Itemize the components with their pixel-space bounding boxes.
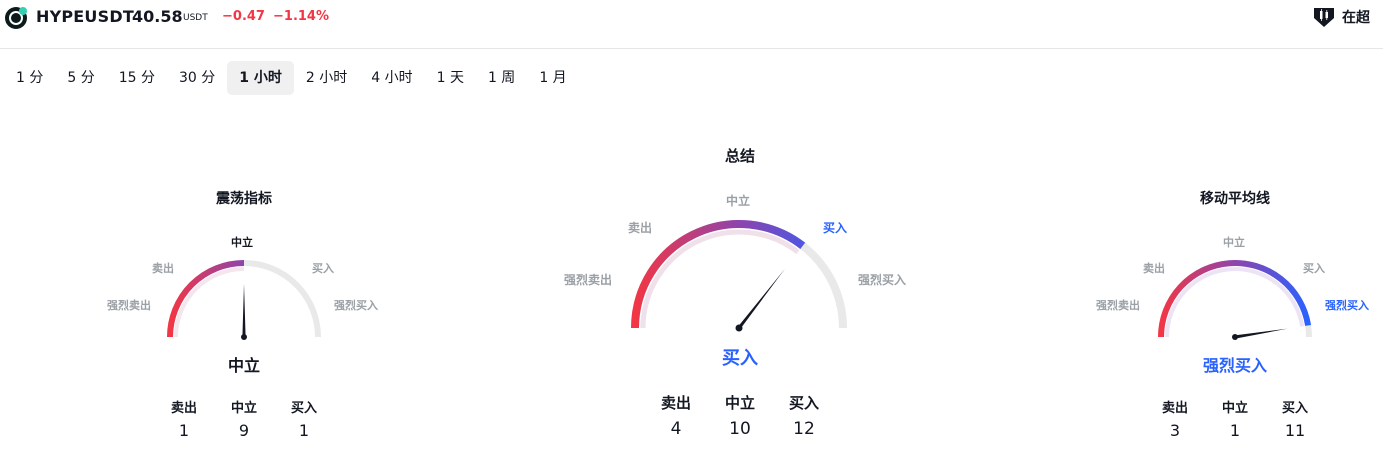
tab-15-minutes[interactable]: 15 分 (107, 61, 167, 95)
tab-4-hours[interactable]: 4 小时 (359, 61, 424, 95)
tab-1-hour[interactable]: 1 小时 (227, 61, 294, 95)
count-buy-label: 买入 (788, 394, 819, 412)
quote-unit: USDT (183, 13, 208, 23)
label-buy: 买入 (1303, 262, 1325, 275)
count-sell-label: 卖出 (660, 394, 691, 412)
count-neutral-value: 1 (1229, 421, 1241, 440)
count-sell: 卖出 3 (1145, 400, 1205, 444)
gauge-needle (1234, 328, 1288, 339)
gauge-needle (242, 283, 246, 337)
tab-1-month[interactable]: 1 月 (527, 61, 578, 95)
count-sell-label: 卖出 (170, 401, 197, 416)
gauge-needle-pivot (735, 324, 743, 332)
super-chart-label: 在超 (1342, 10, 1370, 26)
count-neutral-value: 10 (729, 419, 751, 439)
gauge-inner-ring (174, 267, 245, 338)
count-buy: 买入 1 (274, 400, 334, 444)
summary-counts: 卖出 4 中立 10 买入 12 (644, 392, 836, 444)
gauge-needle (737, 268, 785, 329)
gauge-active-arc (1158, 260, 1312, 338)
moving-averages-title: 移动平均线 (1200, 191, 1270, 207)
count-buy-value: 11 (1284, 421, 1306, 440)
count-buy: 买入 11 (1265, 400, 1325, 444)
count-neutral-value: 9 (238, 421, 250, 440)
last-price: 40.58 (132, 7, 183, 26)
gauge-active-arc (167, 260, 245, 338)
oscillators-counts: 卖出 1 中立 9 买入 1 (154, 400, 334, 444)
count-neutral-label: 中立 (1221, 401, 1248, 416)
count-buy-label: 买入 (1281, 401, 1308, 416)
label-strong-sell: 强烈卖出 (1096, 298, 1140, 312)
tab-1-week[interactable]: 1 周 (476, 61, 527, 95)
moving-averages-counts: 卖出 3 中立 1 买入 11 (1145, 400, 1325, 444)
moving-averages-verdict: 强烈买入 (1202, 356, 1267, 375)
label-strong-buy: 强烈买入 (1325, 298, 1369, 312)
label-strong-buy: 强烈买入 (334, 298, 378, 312)
oscillators-verdict: 中立 (227, 356, 260, 375)
hype-logo-icon (5, 7, 27, 29)
count-sell-label: 卖出 (1161, 401, 1188, 416)
label-buy: 买入 (823, 221, 847, 235)
summary-verdict: 买入 (722, 348, 758, 369)
count-neutral-label: 中立 (724, 394, 755, 412)
gauge-track (631, 220, 847, 329)
label-sell: 卖出 (628, 220, 652, 235)
gauge-needle-pivot (241, 334, 247, 340)
moving-averages-gauge: 强烈卖出 卖出 中立 买入 强烈买入 (1096, 235, 1369, 340)
count-sell: 卖出 1 (154, 400, 214, 444)
count-sell-value: 3 (1169, 421, 1181, 440)
oscillators-gauge: 强烈卖出 卖出 中立 买入 强烈买入 (107, 235, 378, 340)
count-neutral: 中立 9 (214, 400, 274, 444)
price-change: −0.47 (222, 9, 265, 24)
count-sell: 卖出 4 (644, 392, 708, 444)
price-change-percent: −1.14% (273, 9, 329, 24)
tab-1-minute[interactable]: 1 分 (4, 61, 55, 95)
summary-title: 总结 (724, 147, 755, 165)
symbol-header: HYPEUSDT 40.58 USDT −0.47 −1.14% 在超 (0, 0, 1383, 36)
gauge-track (1158, 260, 1312, 338)
label-buy: 买入 (312, 262, 334, 275)
label-strong-buy: 强烈买入 (858, 273, 906, 287)
label-sell: 卖出 (1143, 261, 1165, 275)
count-sell-value: 4 (670, 419, 682, 439)
timeframe-tabs: 1 分 5 分 15 分 30 分 1 小时 2 小时 4 小时 1 天 1 周… (4, 61, 579, 95)
symbol-name[interactable]: HYPEUSDT (36, 7, 134, 26)
count-neutral: 中立 1 (1205, 400, 1265, 444)
gauge-inner-ring (640, 229, 800, 329)
gauge-needle-pivot (1232, 334, 1238, 340)
oscillators-title: 震荡指标 (216, 191, 272, 207)
header-divider (0, 48, 1383, 49)
count-neutral-label: 中立 (230, 401, 257, 416)
count-buy-value: 12 (793, 419, 815, 439)
label-strong-sell: 强烈卖出 (564, 272, 612, 287)
tab-5-minutes[interactable]: 5 分 (55, 61, 106, 95)
count-buy: 买入 12 (772, 392, 836, 444)
label-sell: 卖出 (152, 261, 174, 275)
count-neutral: 中立 10 (708, 392, 772, 444)
super-chart-button[interactable]: 在超 (1312, 4, 1370, 30)
summary-gauge: 强烈卖出 卖出 中立 买入 强烈买入 (564, 193, 906, 332)
candlestick-shield-icon (1314, 8, 1334, 27)
count-buy-label: 买入 (290, 401, 317, 416)
tab-30-minutes[interactable]: 30 分 (167, 61, 227, 95)
label-neutral: 中立 (726, 193, 750, 208)
count-sell-value: 1 (178, 421, 190, 440)
tab-2-hours[interactable]: 2 小时 (294, 61, 359, 95)
label-strong-sell: 强烈卖出 (107, 298, 151, 312)
label-neutral: 中立 (1223, 235, 1245, 249)
count-buy-value: 1 (298, 421, 310, 440)
tab-1-day[interactable]: 1 天 (425, 61, 476, 95)
label-neutral: 中立 (231, 235, 253, 249)
